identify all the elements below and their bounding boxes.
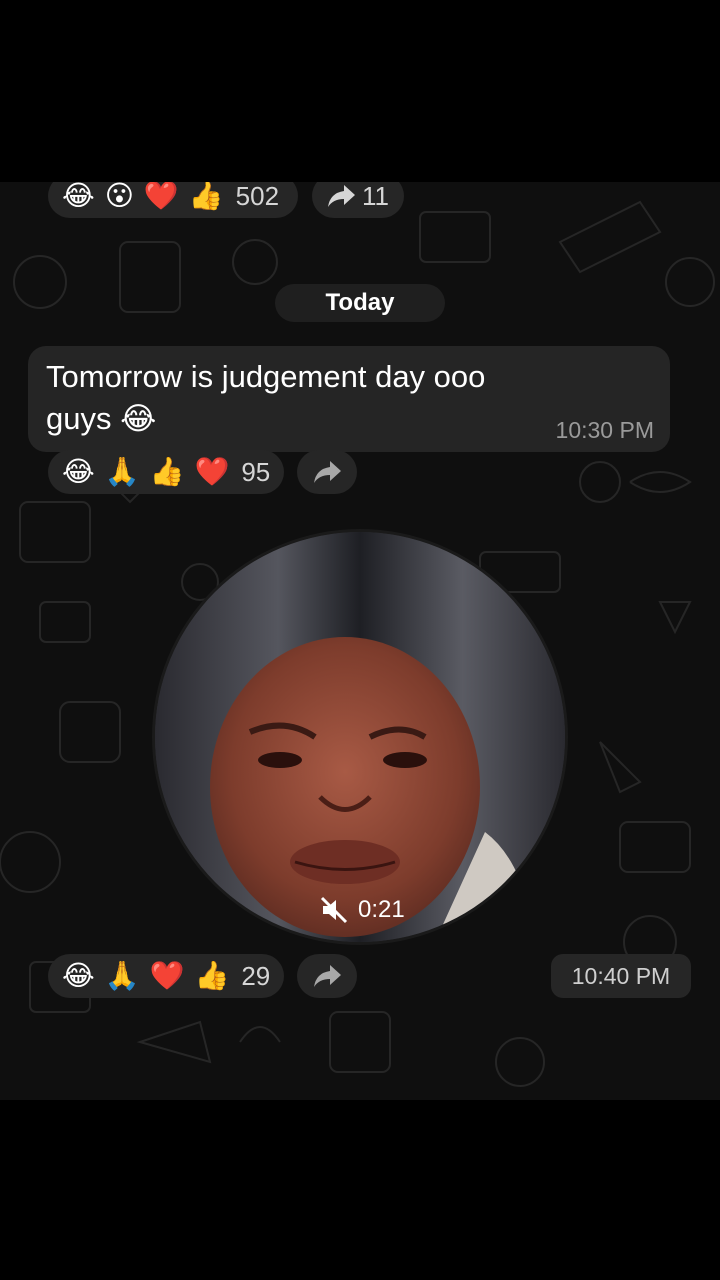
chat-area[interactable]: 😂 😮 ❤️ 👍 502 11 Today Tomorrow is judgem… [0, 182, 720, 1100]
emoji-pray: 🙏 [104, 455, 140, 488]
forward-count: 11 [362, 182, 389, 211]
emoji-thumbs-up: 👍 [149, 455, 185, 488]
forward-icon [314, 965, 341, 987]
emoji-surprised: 😮 [104, 182, 134, 212]
message-text-line1: Tomorrow is judgement day ooo [46, 359, 486, 394]
emoji-joy: 😂 [62, 455, 95, 488]
emoji-heart: ❤️ [149, 959, 185, 992]
muted-speaker-icon [320, 896, 348, 924]
forward-button-top[interactable]: 11 [312, 182, 404, 218]
emoji-heart: ❤️ [143, 182, 179, 212]
date-separator: Today [275, 284, 445, 322]
message-text: Tomorrow is judgement day ooo guys 😂 [46, 356, 546, 440]
reaction-count: 29 [241, 960, 271, 991]
reaction-pill-video[interactable]: 😂 🙏 ❤️ 👍 29 [48, 954, 284, 998]
reaction-pill-message[interactable]: 😂 🙏 👍 ❤️ 95 [48, 450, 284, 494]
reaction-count: 502 [235, 182, 280, 211]
video-duration-text: 0:21 [358, 896, 405, 923]
emoji-thumbs-up: 👍 [194, 959, 230, 992]
emoji-joy: 😂 [62, 182, 95, 212]
emoji-heart: ❤️ [194, 455, 230, 488]
forward-button-video[interactable] [297, 954, 357, 998]
video-time: 10:40 PM [551, 954, 691, 998]
video-duration: 0:21 [320, 896, 405, 924]
forward-button-message[interactable] [297, 450, 357, 494]
reaction-pill-top[interactable]: 😂 😮 ❤️ 👍 502 [48, 182, 298, 218]
reaction-count: 95 [241, 456, 271, 487]
emoji-joy: 😂 [62, 959, 95, 992]
video-thumbnail [155, 532, 565, 942]
emoji-thumbs-up: 👍 [188, 182, 224, 212]
message-bubble[interactable]: Tomorrow is judgement day ooo guys 😂 10:… [28, 346, 670, 452]
emoji-pray: 🙏 [104, 959, 140, 992]
forward-icon [328, 185, 355, 207]
message-text-line2: guys 😂 [46, 401, 157, 436]
forward-icon [314, 461, 341, 483]
message-time: 10:30 PM [555, 417, 654, 443]
video-message[interactable]: 0:21 [155, 532, 565, 942]
